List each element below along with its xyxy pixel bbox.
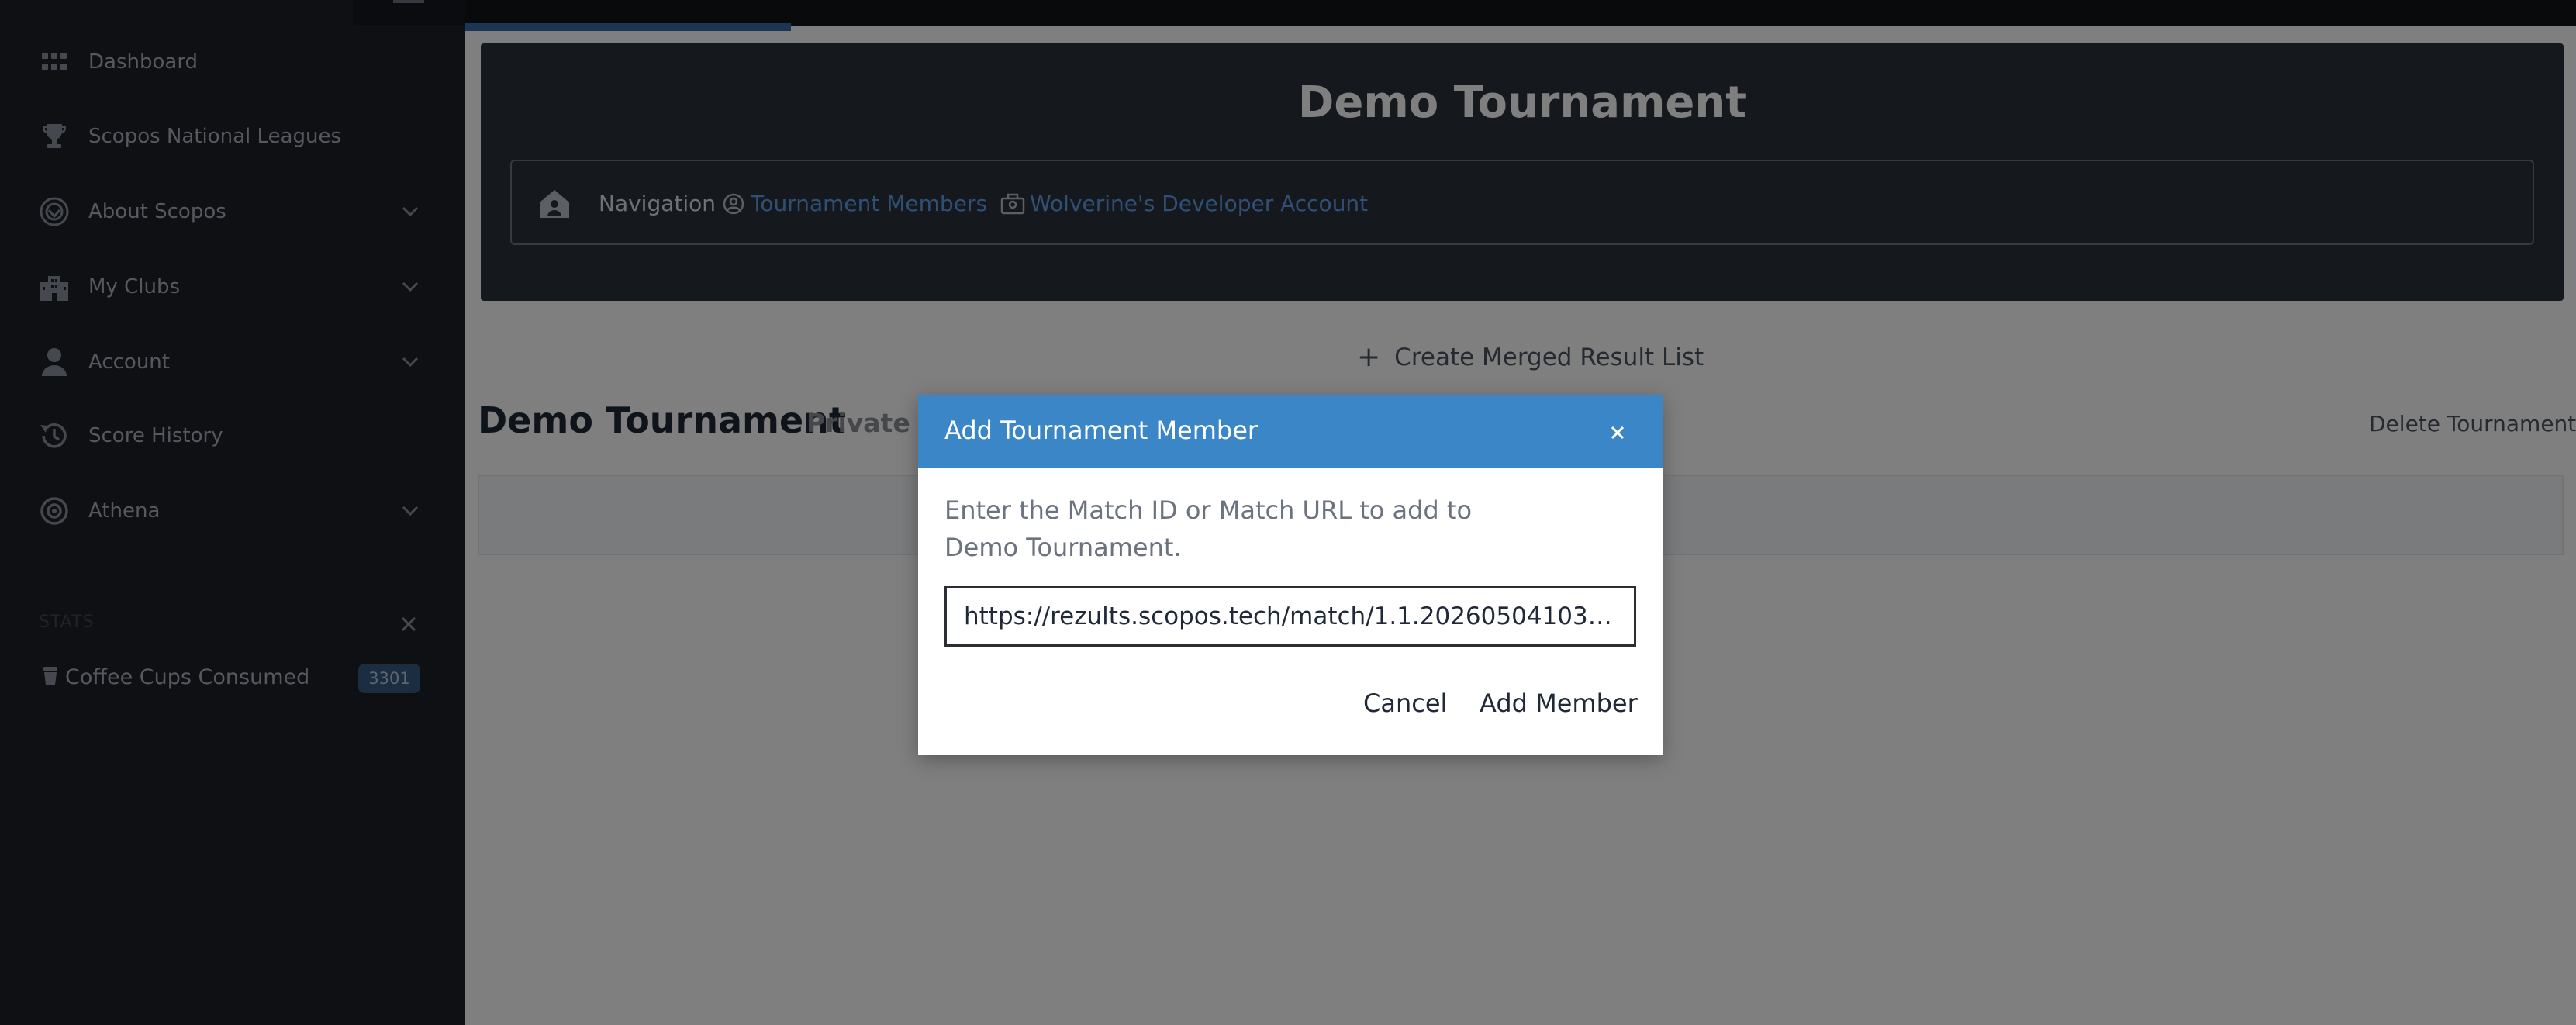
add-tournament-member-dialog: Add Tournament Member Enter the Match ID… — [918, 395, 1663, 755]
cancel-button[interactable]: Cancel — [1363, 689, 1447, 718]
add-member-button[interactable]: Add Member — [1480, 689, 1638, 718]
match-url-input[interactable] — [944, 586, 1636, 647]
modal-title: Add Tournament Member — [944, 416, 1259, 445]
modal-description: Enter the Match ID or Match URL to add t… — [944, 495, 1473, 562]
modal-header: Add Tournament Member — [918, 395, 1663, 468]
close-icon[interactable] — [1601, 416, 1635, 450]
